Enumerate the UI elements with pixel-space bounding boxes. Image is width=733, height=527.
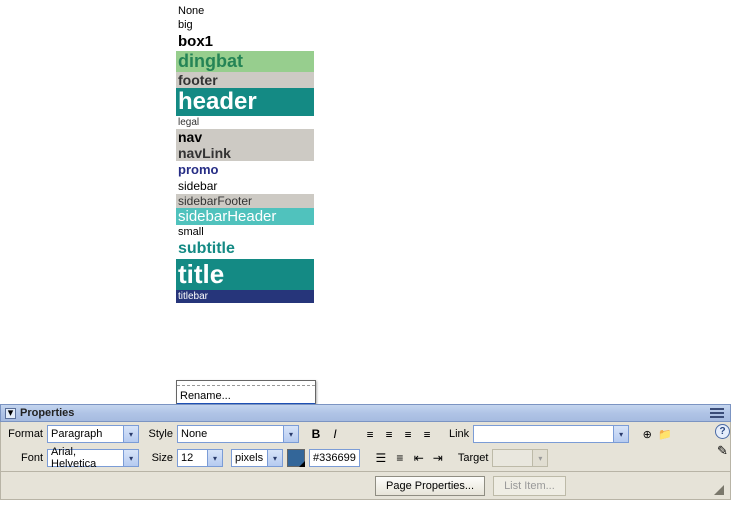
font-label: Font: [7, 452, 43, 464]
link-label: Link: [449, 428, 469, 440]
browse-folder-icon[interactable]: 📁: [657, 426, 673, 442]
unordered-list-button[interactable]: ☰: [372, 449, 390, 467]
units-value: pixels: [235, 452, 263, 464]
properties-panel-body: Format Paragraph Style None B I ≡ ≡ ≡ ≡ …: [0, 422, 731, 472]
style-item-footer[interactable]: footer: [176, 72, 314, 88]
style-value: None: [181, 428, 207, 440]
style-item-box1[interactable]: box1: [176, 32, 314, 51]
style-item-small[interactable]: small: [176, 225, 314, 239]
font-value: Arial, Helvetica: [51, 446, 123, 470]
style-item-title[interactable]: title: [176, 259, 314, 290]
style-item-legal[interactable]: legal: [176, 116, 314, 129]
outdent-button[interactable]: ⇤: [410, 449, 428, 467]
style-item-sidebarheader[interactable]: sidebarHeader: [176, 208, 314, 225]
align-center-button[interactable]: ≡: [380, 425, 398, 443]
style-item-big[interactable]: big: [176, 18, 314, 32]
align-left-button[interactable]: ≡: [361, 425, 379, 443]
style-item-none[interactable]: None: [176, 4, 314, 18]
units-combo[interactable]: pixels: [231, 449, 283, 467]
properties-collapse-toggle[interactable]: ▾: [5, 408, 16, 419]
font-combo[interactable]: Arial, Helvetica: [47, 449, 139, 467]
properties-title: Properties: [20, 407, 74, 419]
style-item-navlink[interactable]: navLink: [176, 145, 314, 161]
indent-button[interactable]: ⇥: [429, 449, 447, 467]
size-label: Size: [147, 452, 173, 464]
help-icon[interactable]: ?: [715, 424, 730, 439]
point-to-file-icon[interactable]: ⊕: [639, 426, 655, 442]
text-color-input[interactable]: #336699: [309, 449, 360, 467]
text-color-swatch[interactable]: [287, 449, 305, 467]
properties-bottom-row: Page Properties... List Item...: [0, 472, 731, 500]
align-justify-button[interactable]: ≡: [418, 425, 436, 443]
style-dropdown-list: None big box1 dingbat footer header lega…: [176, 4, 314, 303]
list-item-button: List Item...: [493, 476, 566, 496]
size-value: 12: [181, 452, 193, 464]
format-combo[interactable]: Paragraph: [47, 425, 139, 443]
italic-button[interactable]: I: [326, 425, 344, 443]
style-item-titlebar[interactable]: titlebar: [176, 290, 314, 303]
align-right-button[interactable]: ≡: [399, 425, 417, 443]
style-combo[interactable]: None: [177, 425, 299, 443]
style-item-sidebarfooter[interactable]: sidebarFooter: [176, 194, 314, 208]
resize-grip-icon[interactable]: [714, 485, 724, 495]
ordered-list-button[interactable]: ≡: [391, 449, 409, 467]
size-combo[interactable]: 12: [177, 449, 223, 467]
menu-rename[interactable]: Rename...: [177, 389, 315, 403]
style-item-subtitle[interactable]: subtitle: [176, 239, 314, 259]
menu-divider: [177, 385, 315, 386]
style-item-sidebar[interactable]: sidebar: [176, 178, 314, 194]
style-item-dingbat[interactable]: dingbat: [176, 51, 314, 72]
target-combo: [492, 449, 548, 467]
page-properties-button[interactable]: Page Properties...: [375, 476, 485, 496]
link-combo[interactable]: [473, 425, 629, 443]
format-value: Paragraph: [51, 428, 102, 440]
properties-menu-icon[interactable]: [710, 408, 724, 418]
style-item-promo[interactable]: promo: [176, 161, 314, 178]
bold-button[interactable]: B: [307, 425, 325, 443]
quick-tag-editor-icon[interactable]: ✎: [715, 443, 730, 458]
style-item-header[interactable]: header: [176, 88, 314, 116]
style-label: Style: [147, 428, 173, 440]
style-item-nav[interactable]: nav: [176, 129, 314, 145]
target-label: Target: [458, 452, 489, 464]
format-label: Format: [7, 428, 43, 440]
properties-panel-header[interactable]: ▾ Properties: [0, 404, 731, 422]
